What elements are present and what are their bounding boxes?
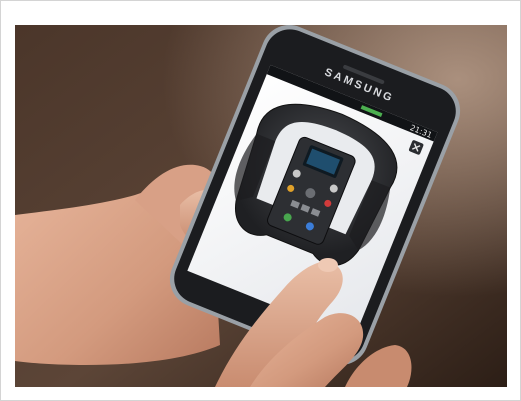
photo: SAMSUNG 21:31 [15, 25, 507, 387]
image-frame: SAMSUNG 21:31 [0, 0, 521, 401]
photo-scene: SAMSUNG 21:31 [15, 25, 507, 387]
